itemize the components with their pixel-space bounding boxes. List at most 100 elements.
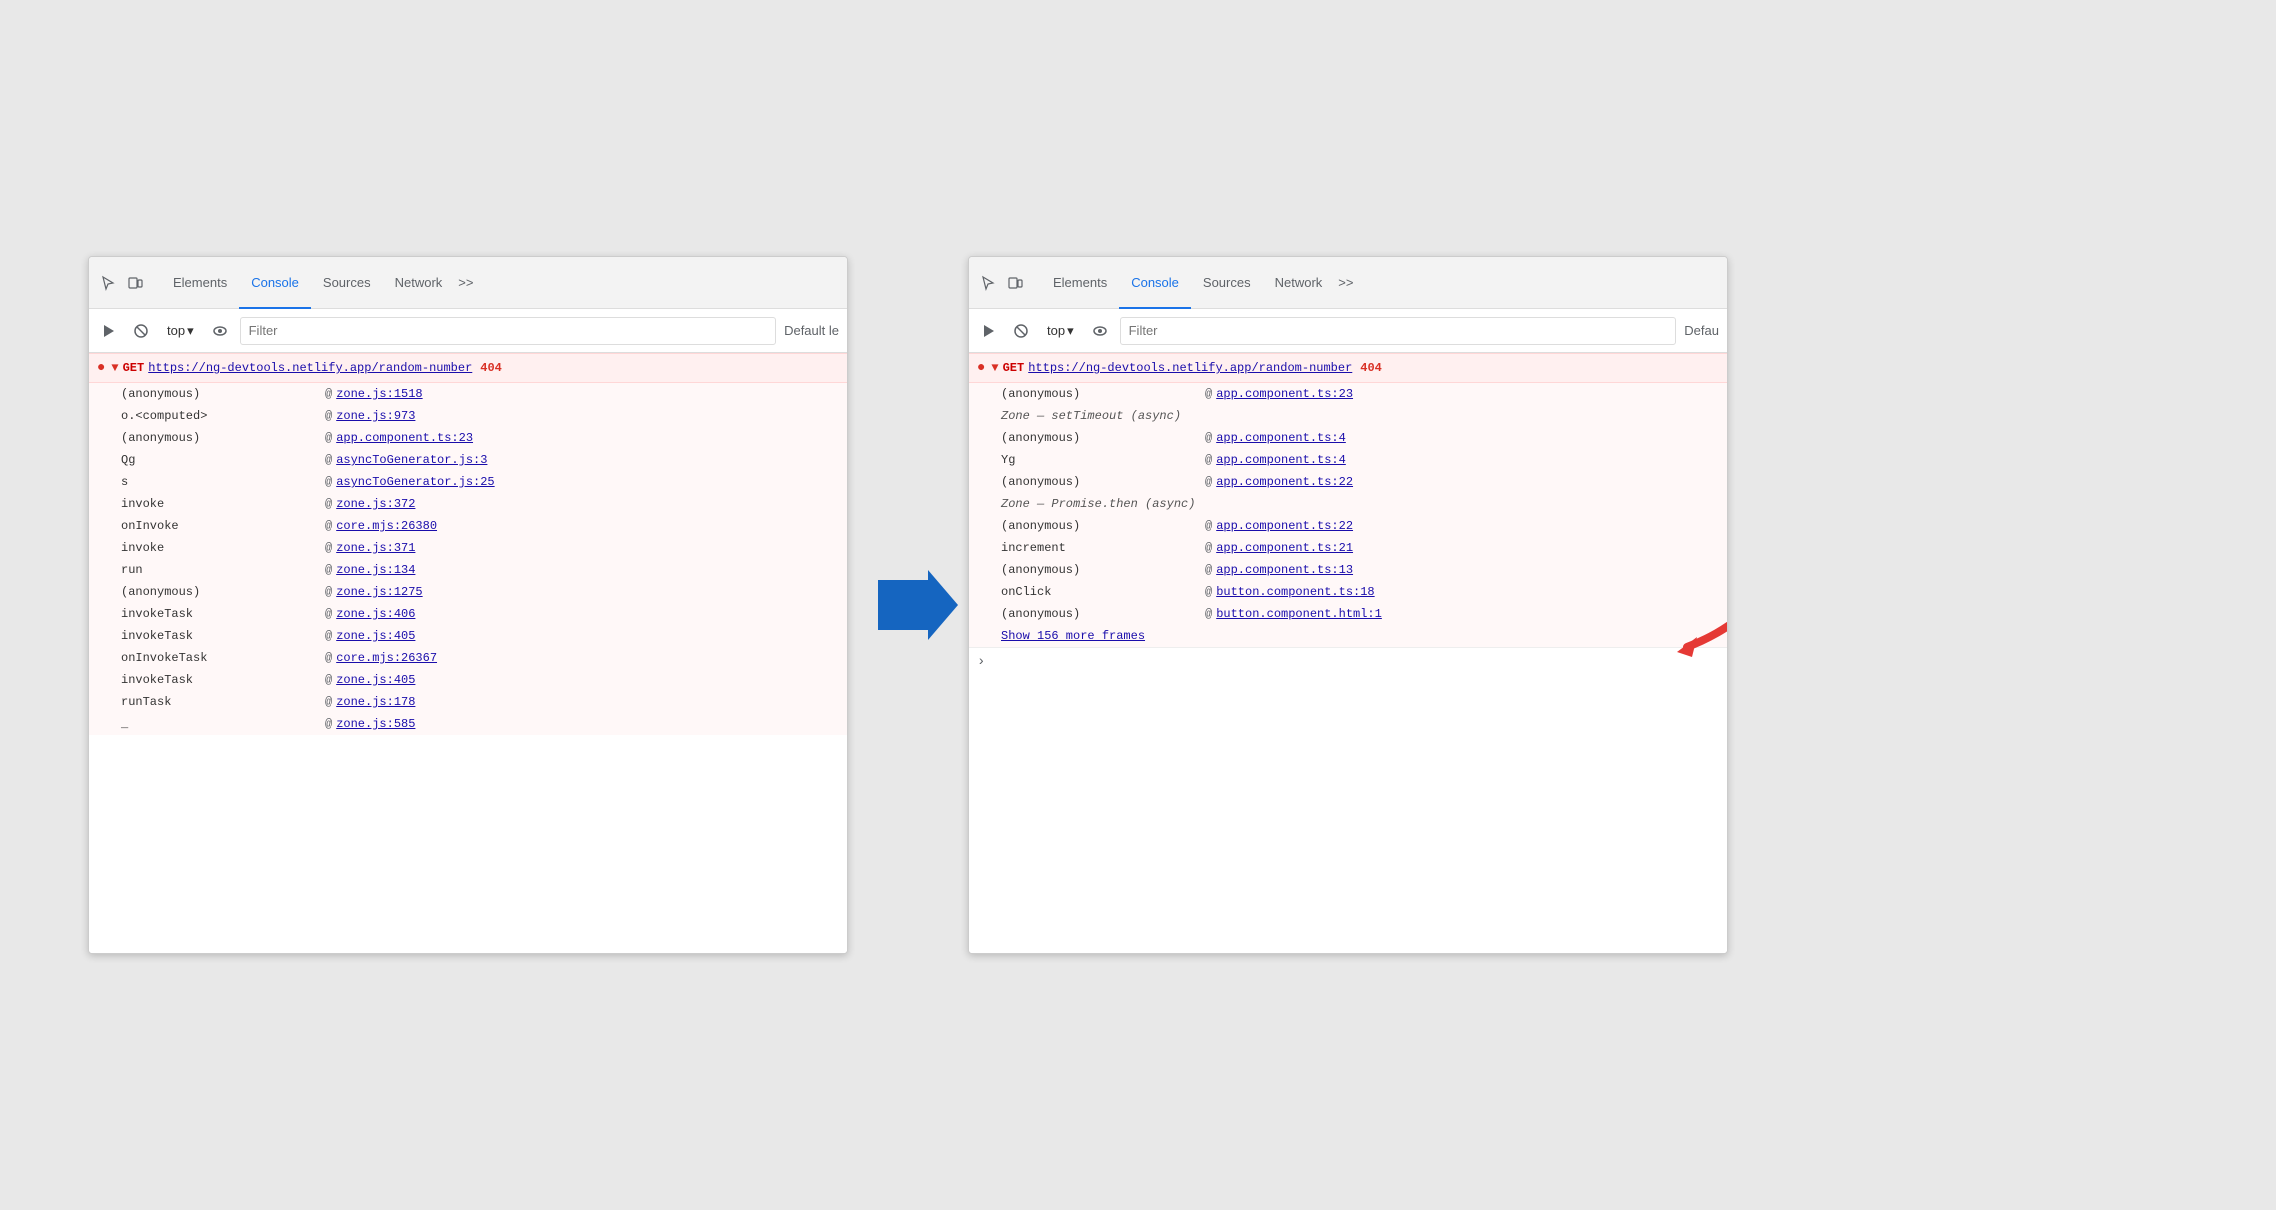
stack-link[interactable]: zone.js:134	[336, 563, 415, 577]
stack-link[interactable]: asyncToGenerator.js:3	[336, 453, 487, 467]
cursor-icon[interactable]	[97, 273, 117, 293]
filter-input-right[interactable]	[1120, 317, 1677, 345]
tab-network-left[interactable]: Network	[383, 257, 455, 309]
context-selector-left[interactable]: top ▾	[161, 321, 200, 341]
stack-link[interactable]: core.mjs:26380	[336, 519, 437, 533]
tab-sources-left[interactable]: Sources	[311, 257, 383, 309]
tab-more-right[interactable]: >>	[1338, 275, 1353, 290]
stack-row: Yg @ app.component.ts:4	[969, 449, 1727, 471]
execute-btn[interactable]	[97, 319, 121, 343]
stack-link[interactable]: app.component.ts:22	[1216, 519, 1353, 533]
stack-row: runTask @ zone.js:178	[89, 691, 847, 713]
stack-link[interactable]: zone.js:405	[336, 673, 415, 687]
stack-row: (anonymous) @ app.component.ts:22	[969, 471, 1727, 493]
stack-link[interactable]: app.component.ts:22	[1216, 475, 1353, 489]
stack-row: invoke @ zone.js:371	[89, 537, 847, 559]
stack-link[interactable]: zone.js:406	[336, 607, 415, 621]
expand-triangle-left[interactable]: ▼	[111, 361, 118, 375]
device-icon-right[interactable]	[1005, 273, 1025, 293]
filter-input-left[interactable]	[240, 317, 776, 345]
error-url-right[interactable]: https://ng-devtools.netlify.app/random-n…	[1028, 361, 1352, 375]
stack-row: (anonymous) @ app.component.ts:4	[969, 427, 1727, 449]
stack-link[interactable]: app.component.ts:21	[1216, 541, 1353, 555]
stack-link[interactable]: app.component.ts:23	[1216, 387, 1353, 401]
stack-link[interactable]: zone.js:1275	[336, 585, 422, 599]
stack-row: _ @ zone.js:585	[89, 713, 847, 735]
clear-btn[interactable]	[129, 319, 153, 343]
stack-row: onClick @ button.component.ts:18	[969, 581, 1727, 603]
error-url-left[interactable]: https://ng-devtools.netlify.app/random-n…	[148, 361, 472, 375]
tab-console-right[interactable]: Console	[1119, 257, 1191, 309]
tab-console-left[interactable]: Console	[239, 257, 311, 309]
eye-btn-right[interactable]	[1088, 319, 1112, 343]
right-stack-frames: (anonymous) @ app.component.ts:23 Zone —…	[969, 383, 1727, 647]
stack-row: (anonymous) @ app.component.ts:23	[89, 427, 847, 449]
stack-link[interactable]: zone.js:371	[336, 541, 415, 555]
right-toolbar: top ▾ Defau	[969, 309, 1727, 353]
cursor-icon-right[interactable]	[977, 273, 997, 293]
left-devtools-panel: Elements Console Sources Network >>	[88, 256, 848, 954]
stack-link[interactable]: app.component.ts:23	[336, 431, 473, 445]
right-console-content: ● ▼ GET https://ng-devtools.netlify.app/…	[969, 353, 1727, 953]
stack-link[interactable]: core.mjs:26367	[336, 651, 437, 665]
stack-row: s @ asyncToGenerator.js:25	[89, 471, 847, 493]
console-prompt-right: ›	[969, 647, 1727, 676]
error-circle-icon-right: ●	[977, 360, 985, 376]
async-label: Zone — setTimeout (async)	[969, 405, 1727, 427]
stack-link[interactable]: button.component.html:1	[1216, 607, 1382, 621]
async-label-2: Zone — Promise.then (async)	[969, 493, 1727, 515]
left-error-row: ● ▼ GET https://ng-devtools.netlify.app/…	[89, 353, 847, 383]
tab-more-left[interactable]: >>	[458, 275, 473, 290]
device-icon[interactable]	[125, 273, 145, 293]
left-stack-frames: (anonymous) @ zone.js:1518 o.<computed> …	[89, 383, 847, 735]
stack-link[interactable]: zone.js:973	[336, 409, 415, 423]
stack-row: increment @ app.component.ts:21	[969, 537, 1727, 559]
stack-row: (anonymous) @ zone.js:1275	[89, 581, 847, 603]
tab-elements-right[interactable]: Elements	[1041, 257, 1119, 309]
stack-row: (anonymous) @ button.component.html:1	[969, 603, 1727, 625]
prompt-chevron: ›	[977, 654, 985, 670]
stack-row: Qg @ asyncToGenerator.js:3	[89, 449, 847, 471]
stack-row: (anonymous) @ app.component.ts:22	[969, 515, 1727, 537]
right-devtools-panel: Elements Console Sources Network >>	[968, 256, 1728, 954]
stack-row: invokeTask @ zone.js:405	[89, 669, 847, 691]
right-tab-bar: Elements Console Sources Network >>	[969, 257, 1727, 309]
stack-link[interactable]: zone.js:1518	[336, 387, 422, 401]
tab-network-right[interactable]: Network	[1263, 257, 1335, 309]
stack-link[interactable]: asyncToGenerator.js:25	[336, 475, 494, 489]
expand-triangle-right[interactable]: ▼	[991, 361, 998, 375]
stack-link[interactable]: app.component.ts:4	[1216, 431, 1346, 445]
stack-row: (anonymous) @ zone.js:1518	[89, 383, 847, 405]
stack-link[interactable]: app.component.ts:13	[1216, 563, 1353, 577]
stack-row: onInvokeTask @ core.mjs:26367	[89, 647, 847, 669]
default-label-right: Defau	[1684, 323, 1719, 338]
stack-link[interactable]: zone.js:178	[336, 695, 415, 709]
eye-btn-left[interactable]	[208, 319, 232, 343]
left-console-content: ● ▼ GET https://ng-devtools.netlify.app/…	[89, 353, 847, 953]
stack-row: (anonymous) @ app.component.ts:13	[969, 559, 1727, 581]
dropdown-arrow-left: ▾	[187, 323, 194, 339]
stack-link[interactable]: app.component.ts:4	[1216, 453, 1346, 467]
execute-btn-right[interactable]	[977, 319, 1001, 343]
stack-link[interactable]: zone.js:372	[336, 497, 415, 511]
stack-row: (anonymous) @ app.component.ts:23	[969, 383, 1727, 405]
stack-row: run @ zone.js:134	[89, 559, 847, 581]
context-selector-right[interactable]: top ▾	[1041, 321, 1080, 341]
stack-row: o.<computed> @ zone.js:973	[89, 405, 847, 427]
left-tab-bar: Elements Console Sources Network >>	[89, 257, 847, 309]
default-label-left: Default le	[784, 323, 839, 338]
left-toolbar: top ▾ Default le	[89, 309, 847, 353]
stack-row: invoke @ zone.js:372	[89, 493, 847, 515]
dropdown-arrow-right: ▾	[1067, 323, 1074, 339]
show-more-frames[interactable]: Show 156 more frames	[969, 625, 1727, 647]
right-error-row: ● ▼ GET https://ng-devtools.netlify.app/…	[969, 353, 1727, 383]
stack-link[interactable]: zone.js:585	[336, 717, 415, 731]
stack-row: invokeTask @ zone.js:406	[89, 603, 847, 625]
stack-link[interactable]: zone.js:405	[336, 629, 415, 643]
direction-arrow	[848, 570, 968, 640]
error-circle-icon: ●	[97, 360, 105, 376]
tab-sources-right[interactable]: Sources	[1191, 257, 1263, 309]
clear-btn-right[interactable]	[1009, 319, 1033, 343]
stack-link[interactable]: button.component.ts:18	[1216, 585, 1374, 599]
tab-elements-left[interactable]: Elements	[161, 257, 239, 309]
